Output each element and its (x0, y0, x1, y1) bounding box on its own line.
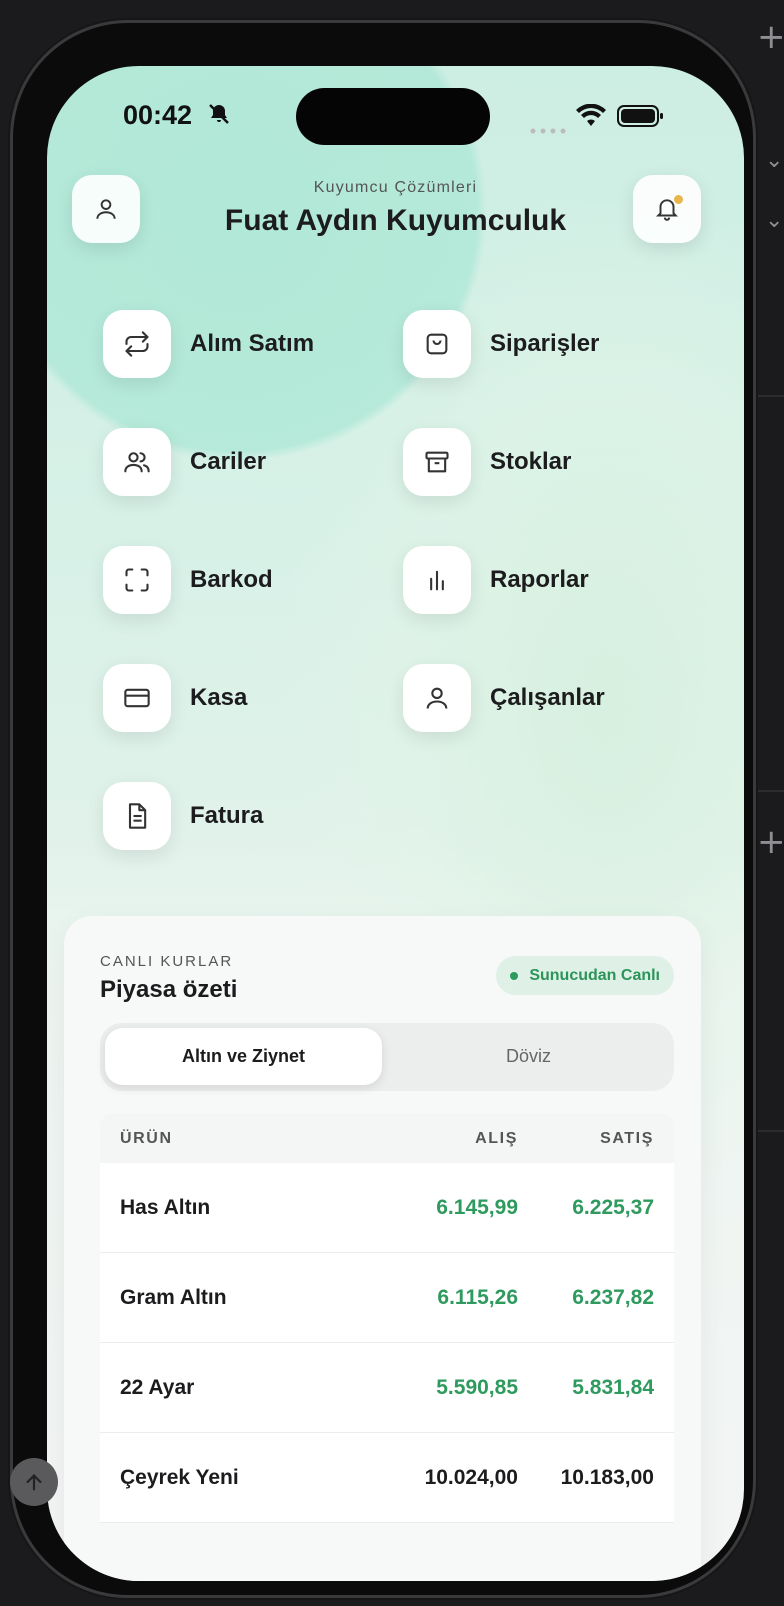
cellular-signal-icon (530, 121, 566, 139)
sell-price: 5.831,84 (572, 1376, 654, 1399)
status-time: 00:42 (123, 100, 193, 130)
column-header-buy: ALIŞ (475, 1130, 518, 1147)
buy-price: 5.590,85 (436, 1376, 518, 1399)
credit-card-icon (103, 664, 171, 732)
live-status-badge: Sunucudan Canlı (496, 956, 674, 995)
live-dot-icon (510, 971, 519, 980)
menu-fatura[interactable]: Fatura (103, 782, 263, 850)
background-chevron-icon: ⌄ (765, 148, 784, 173)
document-icon (103, 782, 171, 850)
menu-label: Çalışanlar (490, 684, 605, 711)
product-name: Has Altın (120, 1196, 211, 1219)
menu-kasa[interactable]: Kasa (103, 664, 247, 732)
buy-price: 6.115,26 (437, 1286, 518, 1309)
muted-bell-icon (207, 102, 231, 131)
sell-price: 6.225,37 (572, 1196, 654, 1219)
menu-barkod[interactable]: Barkod (103, 546, 273, 614)
buy-price: 10.024,00 (424, 1466, 518, 1489)
dynamic-island (296, 88, 490, 145)
swap-arrows-icon (103, 310, 171, 378)
menu-label: Raporlar (490, 566, 589, 593)
battery-icon (617, 104, 665, 133)
rates-table: ÜRÜN ALIŞ SATIŞ Has Altın 6.145,99 6.225,3… (100, 1113, 674, 1523)
card-eyebrow: CANLI KURLAR (100, 953, 234, 970)
menu-label: Stoklar (490, 448, 572, 475)
users-icon (103, 428, 171, 496)
menu-label: Kasa (190, 684, 248, 711)
arrow-up-icon (26, 1474, 42, 1491)
sell-price: 10.183,00 (560, 1466, 654, 1489)
table-row[interactable]: Çeyrek Yeni 10.024,00 10.183,00 (100, 1433, 674, 1523)
live-rates-card: CANLI KURLAR Piyasa özeti Sunucudan Canl… (64, 916, 701, 1581)
column-header-sell: SATIŞ (600, 1130, 654, 1147)
menu-cariler[interactable]: Cariler (103, 428, 266, 496)
scroll-to-top-button[interactable] (10, 1458, 58, 1506)
menu-calisanlar[interactable]: Çalışanlar (403, 664, 605, 732)
scan-frame-icon (103, 546, 171, 614)
menu-stoklar[interactable]: Stoklar (403, 428, 571, 496)
sell-price: 6.237,82 (572, 1286, 654, 1309)
archive-box-icon (403, 428, 471, 496)
tab-altin-ziynet[interactable]: Altın ve Ziynet (105, 1028, 382, 1085)
page-title: Fuat Aydın Kuyumculuk (224, 204, 567, 237)
table-header: ÜRÜN ALIŞ SATIŞ (100, 1113, 674, 1163)
live-status-text: Sunucudan Canlı (529, 966, 660, 984)
user-icon (403, 664, 471, 732)
bar-chart-icon (403, 546, 471, 614)
menu-label: Alım Satım (190, 330, 315, 357)
menu-label: Siparişler (490, 330, 600, 357)
shopping-bag-icon (403, 310, 471, 378)
background-plus-icon: + (757, 822, 784, 862)
table-row[interactable]: Gram Altın 6.115,26 6.237,82 (100, 1253, 674, 1343)
buy-price: 6.145,99 (436, 1196, 518, 1219)
menu-label: Fatura (190, 802, 264, 829)
menu-siparisler[interactable]: Siparişler (403, 310, 599, 378)
product-name: 22 Ayar (120, 1376, 195, 1399)
menu-raporlar[interactable]: Raporlar (403, 546, 589, 614)
column-header-product: ÜRÜN (120, 1130, 173, 1147)
header-subtitle: Kuyumcu Çözümleri (313, 179, 478, 196)
table-row[interactable]: 22 Ayar 5.590,85 5.831,84 (100, 1343, 674, 1433)
product-name: Çeyrek Yeni (120, 1466, 239, 1489)
rate-type-segmented-control: Altın ve Ziynet Döviz (100, 1023, 674, 1091)
menu-alim-satim[interactable]: Alım Satım (103, 310, 314, 378)
product-name: Gram Altın (120, 1286, 227, 1309)
menu-label: Cariler (190, 448, 267, 475)
table-row[interactable]: Has Altın 6.145,99 6.225,37 (100, 1163, 674, 1253)
background-plus-icon: + (757, 17, 784, 57)
tab-doviz[interactable]: Döviz (390, 1028, 667, 1085)
phone-frame: 00:42 Kuyumcu Çözümleri Fuat Aydın Kuyum… (10, 20, 756, 1598)
card-title: Piyasa özeti (100, 976, 238, 1003)
wifi-icon (575, 103, 607, 133)
app-screen: 00:42 Kuyumcu Çözümleri Fuat Aydın Kuyum… (47, 66, 744, 1581)
background-chevron-icon: ⌄ (765, 208, 784, 233)
menu-label: Barkod (190, 566, 273, 593)
